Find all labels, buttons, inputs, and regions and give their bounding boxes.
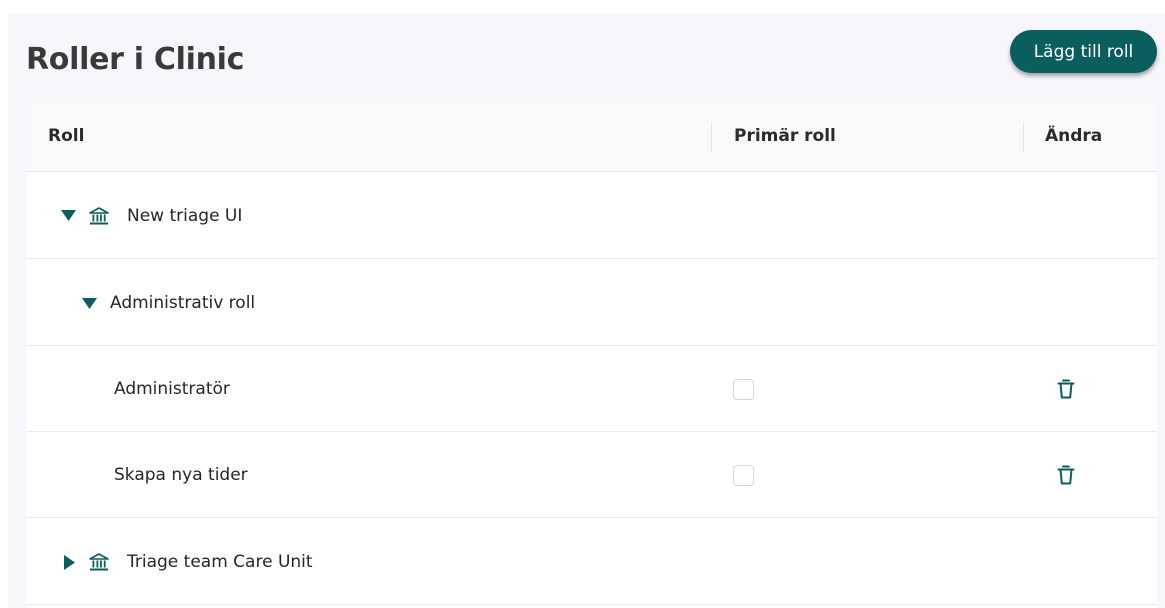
role-label: Skapa nya tider (114, 465, 248, 485)
trash-icon[interactable] (1057, 378, 1075, 400)
table-header: Roll Primär roll Ändra (26, 102, 1157, 172)
add-role-button[interactable]: Lägg till roll (1010, 30, 1157, 73)
table-row-unit-triage-team-care-unit[interactable]: Triage team Care Unit (26, 519, 1157, 605)
page-title: Roller i Clinic (26, 42, 245, 77)
primary-role-checkbox[interactable] (733, 465, 754, 486)
column-header-edit[interactable]: Ändra (1045, 102, 1102, 172)
caret-down-icon[interactable] (61, 210, 76, 221)
primary-role-checkbox[interactable] (733, 379, 754, 400)
roles-table: Roll Primär roll Ändra New triage UI Adm… (26, 102, 1157, 608)
unit-label: Triage team Care Unit (127, 552, 313, 572)
table-row-group-administrativ-roll[interactable]: Administrativ roll (26, 260, 1157, 346)
group-label: Administrativ roll (110, 293, 256, 313)
table-row-role-administrator: Administratör (26, 346, 1157, 432)
caret-down-icon[interactable] (82, 298, 97, 309)
caret-right-icon[interactable] (64, 555, 75, 570)
column-divider (711, 122, 712, 152)
trash-icon[interactable] (1057, 464, 1075, 486)
column-header-role[interactable]: Roll (48, 102, 84, 172)
column-divider (1023, 122, 1024, 152)
column-header-primary-role[interactable]: Primär roll (734, 102, 836, 172)
table-row-role-skapa-nya-tider: Skapa nya tider (26, 432, 1157, 518)
unit-label: New triage UI (127, 206, 243, 226)
table-row-unit-new-triage-ui[interactable]: New triage UI (26, 173, 1157, 259)
bank-icon (89, 553, 109, 571)
roles-panel: Roller i Clinic Lägg till roll Roll Prim… (8, 14, 1165, 608)
role-label: Administratör (114, 379, 230, 399)
bank-icon (89, 207, 109, 225)
